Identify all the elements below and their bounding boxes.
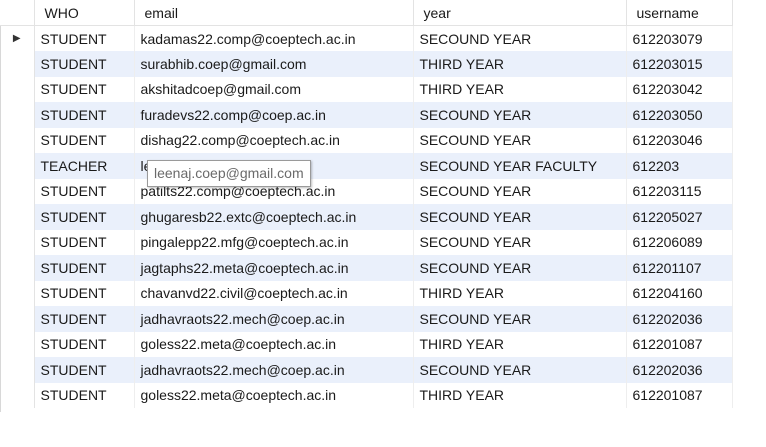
cell-username[interactable]: 612203046 [626,127,733,153]
table-row[interactable]: STUDENT chavanvd22.civil@coeptech.ac.in TH… [0,280,733,306]
column-header-username[interactable]: username [626,0,733,26]
row-selector[interactable] [0,280,35,306]
cell-email[interactable]: surabhib.coep@gmail.com [134,51,414,77]
cell-username[interactable]: 612201107 [626,255,733,281]
cell-who[interactable]: STUDENT [34,331,135,357]
table-row[interactable]: STUDENT patilts22.comp@coeptech.ac.in SECO… [0,178,733,204]
cell-who[interactable]: STUDENT [34,178,135,204]
table-row[interactable]: STUDENT jagtaphs22.meta@coeptech.ac.in SEC… [0,255,733,281]
table-row[interactable]: STUDENT dishag22.comp@coeptech.ac.in SECOU… [0,127,733,153]
cell-username[interactable]: 612201087 [626,331,733,357]
cell-email[interactable]: ghugaresb22.extc@coeptech.ac.in [134,204,414,230]
cell-who[interactable]: TEACHER [34,153,135,179]
cell-year[interactable]: SECOUND YEAR [413,357,627,383]
cell-year[interactable]: SECOUND YEAR [413,102,627,128]
cell-year[interactable]: THIRD YEAR [413,331,627,357]
cell-email[interactable]: kadamas22.comp@coeptech.ac.in [134,25,414,51]
cell-who[interactable]: STUDENT [34,25,135,51]
row-selector[interactable] [0,331,35,357]
cell-username[interactable]: 612203015 [626,51,733,77]
cell-year[interactable]: SECOUND YEAR [413,204,627,230]
cell-tooltip: leenaj.coep@gmail.com [147,160,311,187]
cell-email[interactable]: dishag22.comp@coeptech.ac.in [134,127,414,153]
table-row[interactable]: TEACHER le SECOUND YEAR FACULTY 612203 [0,153,733,179]
column-header-who[interactable]: WHO [34,0,135,26]
cell-who[interactable]: STUDENT [34,306,135,332]
row-selector[interactable] [0,102,35,128]
cell-who[interactable]: STUDENT [34,280,135,306]
cell-year[interactable]: SECOUND YEAR [413,127,627,153]
cell-username[interactable]: 612204160 [626,280,733,306]
cell-who[interactable]: STUDENT [34,229,135,255]
cell-email[interactable]: goless22.meta@coeptech.ac.in [134,382,414,408]
cell-email[interactable]: pingalepp22.mfg@coeptech.ac.in [134,229,414,255]
column-header-email[interactable]: email [134,0,414,26]
cell-email[interactable]: akshitadcoep@gmail.com [134,76,414,102]
cell-year[interactable]: THIRD YEAR [413,51,627,77]
cell-username[interactable]: 612203042 [626,76,733,102]
row-selector[interactable] [0,229,35,255]
cell-email[interactable]: furadevs22.comp@coep.ac.in [134,102,414,128]
cell-year[interactable]: SECOUND YEAR [413,306,627,332]
table-row[interactable]: STUDENT surabhib.coep@gmail.com THIRD YEAR… [0,51,733,77]
row-selector[interactable] [0,204,35,230]
table-row[interactable]: STUDENT goless22.meta@coeptech.ac.in THIRD… [0,331,733,357]
header-row: WHO email year username [0,0,733,26]
cell-who[interactable]: STUDENT [34,51,135,77]
row-selector[interactable]: ▶ [0,25,35,51]
cell-year[interactable]: THIRD YEAR [413,76,627,102]
table-row[interactable]: ▶ STUDENT kadamas22.comp@coeptech.ac.in SEC… [0,25,733,51]
row-selector[interactable] [0,127,35,153]
cell-username[interactable]: 612205027 [626,204,733,230]
row-selector[interactable] [0,51,35,77]
result-grid: WHO email year username ▶ STUDENT kadamas2… [0,0,733,408]
table-row[interactable]: STUDENT jadhavraots22.mech@coep.ac.in SECO… [0,357,733,383]
cell-email[interactable]: jagtaphs22.meta@coeptech.ac.in [134,255,414,281]
table-row[interactable]: STUDENT jadhavraots22.mech@coep.ac.in SECO… [0,306,733,332]
row-selector[interactable] [0,306,35,332]
cell-year[interactable]: THIRD YEAR [413,280,627,306]
row-selector[interactable] [0,357,35,383]
cell-username[interactable]: 612203 [626,153,733,179]
row-selector[interactable] [0,382,35,408]
cell-username[interactable]: 612203115 [626,178,733,204]
cell-who[interactable]: STUDENT [34,76,135,102]
cell-year[interactable]: SECOUND YEAR [413,25,627,51]
row-selector-header[interactable] [0,0,35,26]
cell-year[interactable]: THIRD YEAR [413,382,627,408]
cell-username[interactable]: 612203050 [626,102,733,128]
cell-who[interactable]: STUDENT [34,102,135,128]
cell-email[interactable]: chavanvd22.civil@coeptech.ac.in [134,280,414,306]
table-row[interactable]: STUDENT akshitadcoep@gmail.com THIRD YEAR 6… [0,76,733,102]
table-row[interactable]: STUDENT furadevs22.comp@coep.ac.in SECOUND… [0,102,733,128]
cell-who[interactable]: STUDENT [34,382,135,408]
cell-who[interactable]: STUDENT [34,204,135,230]
row-selector[interactable] [0,76,35,102]
cell-email[interactable]: goless22.meta@coeptech.ac.in [134,331,414,357]
table-row[interactable]: STUDENT pingalepp22.mfg@coeptech.ac.in SEC… [0,229,733,255]
cell-year[interactable]: SECOUND YEAR [413,178,627,204]
cell-username[interactable]: 612201087 [626,382,733,408]
cell-year[interactable]: SECOUND YEAR [413,255,627,281]
cell-who[interactable]: STUDENT [34,357,135,383]
current-row-arrow-icon: ▶ [12,33,21,44]
cell-email[interactable]: jadhavraots22.mech@coep.ac.in [134,306,414,332]
cell-year[interactable]: SECOUND YEAR FACULTY [413,153,627,179]
cell-username[interactable]: 612203079 [626,25,733,51]
row-selector[interactable] [0,255,35,281]
cell-who[interactable]: STUDENT [34,255,135,281]
cell-email[interactable]: jadhavraots22.mech@coep.ac.in [134,357,414,383]
cell-year[interactable]: SECOUND YEAR [413,229,627,255]
cell-username[interactable]: 612206089 [626,229,733,255]
table-row[interactable]: STUDENT ghugaresb22.extc@coeptech.ac.in SE… [0,204,733,230]
cell-username[interactable]: 612202036 [626,357,733,383]
row-selector[interactable] [0,153,35,179]
cell-who[interactable]: STUDENT [34,127,135,153]
row-selector[interactable] [0,178,35,204]
column-header-year[interactable]: year [413,0,627,26]
table-row[interactable]: STUDENT goless22.meta@coeptech.ac.in THIRD… [0,382,733,408]
cell-username[interactable]: 612202036 [626,306,733,332]
